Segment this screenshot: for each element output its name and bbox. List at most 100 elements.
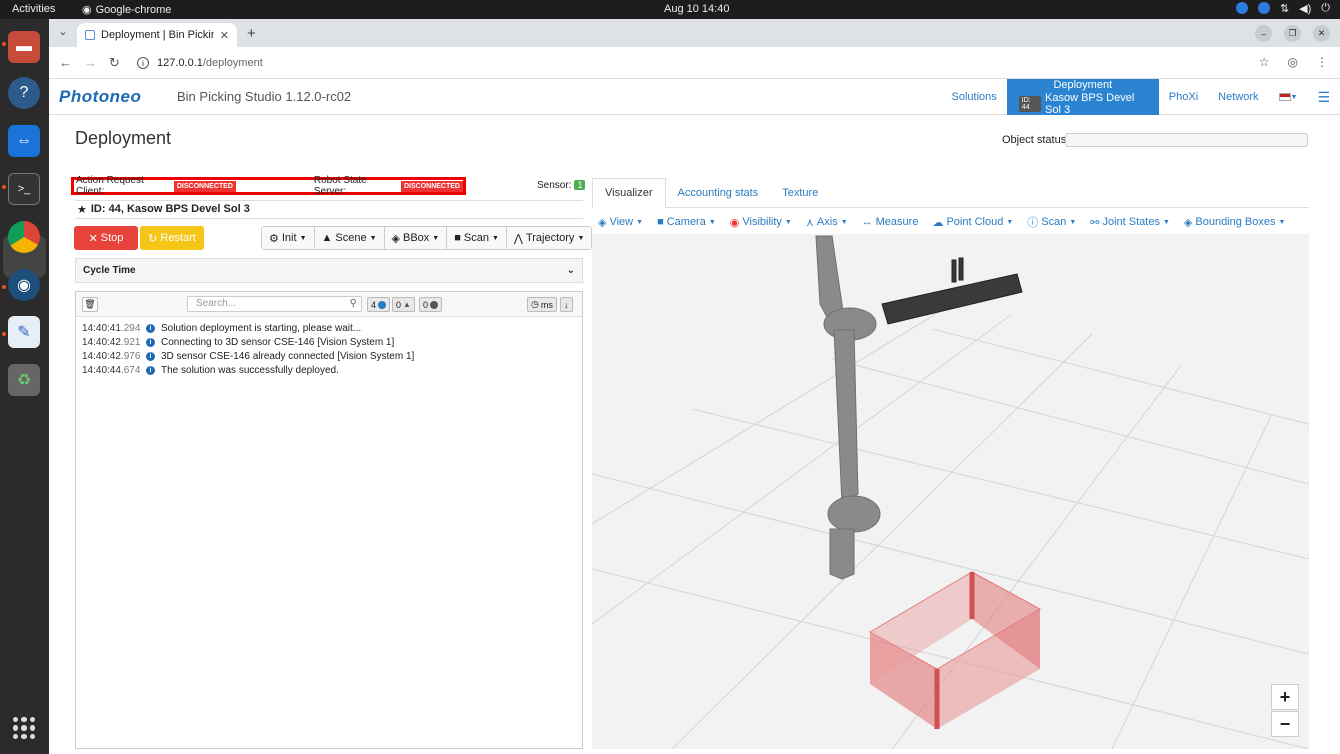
profile-icon[interactable]: ◎	[1288, 55, 1298, 69]
camera-menu[interactable]: ■ Camera ▼	[657, 214, 716, 230]
help-icon[interactable]: ?	[8, 77, 40, 109]
running-indicator	[2, 185, 6, 189]
link-icon: ⚯	[1090, 216, 1100, 229]
view-label: View	[609, 216, 634, 228]
tab-accounting-stats[interactable]: Accounting stats	[666, 178, 771, 207]
caret-down-icon: ▼	[1006, 218, 1014, 226]
network-icon[interactable]: ⇅	[1280, 2, 1289, 15]
scan-dropdown[interactable]: ■ Scan ▼	[447, 227, 507, 249]
running-indicator	[2, 42, 6, 46]
back-icon[interactable]: ←	[59, 55, 72, 70]
main-nav: Solutions Deployment ID: 44 Kasow BPS De…	[942, 78, 1340, 116]
error-filter-button[interactable]: 0	[419, 297, 443, 312]
axis-menu[interactable]: ⋏ Axis ▼	[806, 214, 848, 230]
window-close-icon[interactable]: ✕	[1313, 25, 1330, 42]
scene-dropdown[interactable]: ▲ Scene ▼	[314, 227, 385, 249]
view-menu[interactable]: ◈ View ▼	[598, 214, 643, 230]
site-info-icon[interactable]: i	[137, 57, 149, 69]
update-tray-icon[interactable]	[1257, 2, 1270, 14]
robot-server-status-badge: DISCONNECTED	[400, 180, 463, 192]
log-entry: 14:40:44.674 i The solution was successf…	[82, 363, 576, 377]
cubes-icon: ◈	[1183, 216, 1193, 229]
zoom-out-button[interactable]: −	[1271, 711, 1299, 737]
log-ms: .674	[120, 364, 141, 376]
eye-icon: ◉	[729, 216, 740, 229]
point-cloud-menu[interactable]: ☁ Point Cloud ▼	[932, 214, 1013, 230]
zoom-in-button[interactable]: +	[1271, 684, 1299, 710]
info-icon: i	[146, 351, 155, 361]
stop-button[interactable]: ✕ Stop	[74, 226, 138, 250]
trajectory-dropdown[interactable]: ⋀ Trajectory ▼	[506, 227, 592, 249]
trash-icon[interactable]: ♻	[8, 364, 40, 396]
solution-title: ★ ID: 44, Kasow BPS Devel Sol 3	[77, 203, 250, 216]
tab-visualizer[interactable]: Visualizer	[592, 178, 666, 208]
tab-texture[interactable]: Texture	[770, 178, 830, 207]
joint-states-menu[interactable]: ⚯ Joint States ▼	[1090, 214, 1170, 230]
restart-label: Restart	[160, 232, 196, 244]
log-search-input[interactable]: Search... ⚲	[187, 296, 362, 312]
show-apps-icon[interactable]	[13, 717, 35, 739]
caret-down-icon: ▼	[299, 234, 307, 242]
restart-button[interactable]: ↻ Restart	[140, 226, 204, 250]
nav-deployment[interactable]: Deployment ID: 44 Kasow BPS Devel Sol 3	[1006, 78, 1159, 116]
caret-down-icon: ▼	[577, 234, 585, 242]
nav-deployment-label: Deployment	[1053, 78, 1113, 91]
warning-count: 0	[396, 299, 402, 310]
clock[interactable]: Aug 10 14:40	[664, 3, 729, 15]
bounding-boxes-menu[interactable]: ◈ Bounding Boxes ▼	[1184, 214, 1286, 230]
stopwatch-icon: ◷	[531, 299, 539, 309]
3d-viewport[interactable]	[592, 234, 1309, 749]
cogs-icon: ⚙	[269, 232, 279, 245]
cycle-time-panel[interactable]: Cycle Time ⌄	[75, 258, 583, 283]
tab-close-icon[interactable]: ✕	[220, 29, 229, 42]
text-editor-icon[interactable]: ✎	[8, 316, 40, 348]
bin-bounding-box	[868, 571, 1042, 729]
minimize-icon[interactable]: –	[1255, 25, 1272, 42]
system-tray[interactable]: ⇅ ◀) ⏻	[1235, 2, 1330, 15]
bookmark-star-icon[interactable]: ☆	[1259, 55, 1270, 69]
browser-tab[interactable]: Deployment | Bin Picking ✕	[77, 23, 237, 47]
photoneo-logo[interactable]: Photoneo	[59, 87, 141, 107]
new-tab-icon[interactable]: +	[247, 25, 256, 42]
caret-down-icon: ▼	[1162, 218, 1170, 226]
log-time: 14:40:41	[82, 322, 121, 334]
app-menu[interactable]: ◉ Google-chrome	[82, 3, 171, 17]
files-icon[interactable]: ▬	[8, 31, 40, 63]
trajectory-label: Trajectory	[525, 232, 575, 244]
power-icon[interactable]: ⏻	[1321, 2, 1330, 15]
scroll-down-button[interactable]: ↓	[560, 297, 573, 312]
time-unit-button[interactable]: ◷ ms	[527, 297, 557, 312]
photoneo-icon[interactable]: ◉	[8, 269, 40, 301]
axis-icon: ⋏	[805, 216, 814, 229]
teamviewer-icon[interactable]: ⇔	[8, 125, 40, 157]
language-selector[interactable]: ▼	[1269, 79, 1308, 115]
tab-search-icon[interactable]: ⌄	[55, 25, 71, 41]
nav-network[interactable]: Network	[1208, 79, 1268, 115]
browser-menu-icon[interactable]: ⋮	[1316, 55, 1328, 69]
bbox-dropdown[interactable]: ◈ BBox ▼	[384, 227, 448, 249]
teamviewer-tray-icon[interactable]	[1235, 2, 1248, 14]
error-icon	[430, 300, 439, 309]
chrome-icon[interactable]	[8, 221, 40, 253]
trash-icon: 🗑	[84, 299, 96, 309]
volume-icon[interactable]: ◀)	[1299, 2, 1311, 15]
reload-icon[interactable]: ↻	[109, 55, 120, 71]
nav-phoxi[interactable]: PhoXi	[1159, 79, 1208, 115]
deployment-name: Kasow BPS Devel Sol 3	[1045, 91, 1135, 116]
clear-log-button[interactable]: 🗑	[82, 297, 98, 312]
address-bar[interactable]: i 127.0.0.1/deployment	[137, 52, 1257, 74]
init-dropdown[interactable]: ⚙ Init ▼	[262, 227, 315, 249]
nav-solutions[interactable]: Solutions	[942, 79, 1007, 115]
menu-toggle[interactable]: ☰	[1307, 79, 1340, 115]
forward-icon[interactable]: →	[84, 55, 97, 70]
visibility-menu[interactable]: ◉ Visibility ▼	[730, 214, 792, 230]
info-filter-button[interactable]: 4	[367, 297, 391, 312]
restore-icon[interactable]: ❐	[1284, 25, 1301, 42]
measure-button[interactable]: ↔ Measure	[862, 214, 919, 230]
activities-button[interactable]: Activities	[12, 3, 55, 15]
terminal-icon[interactable]: >_	[8, 173, 40, 205]
solution-title-text: ID: 44, Kasow BPS Devel Sol 3	[90, 203, 250, 215]
scan-menu[interactable]: ⓘ Scan ▼	[1027, 214, 1076, 230]
warning-filter-button[interactable]: 0 ▲	[392, 297, 415, 312]
road-icon: ⋀	[513, 232, 523, 245]
